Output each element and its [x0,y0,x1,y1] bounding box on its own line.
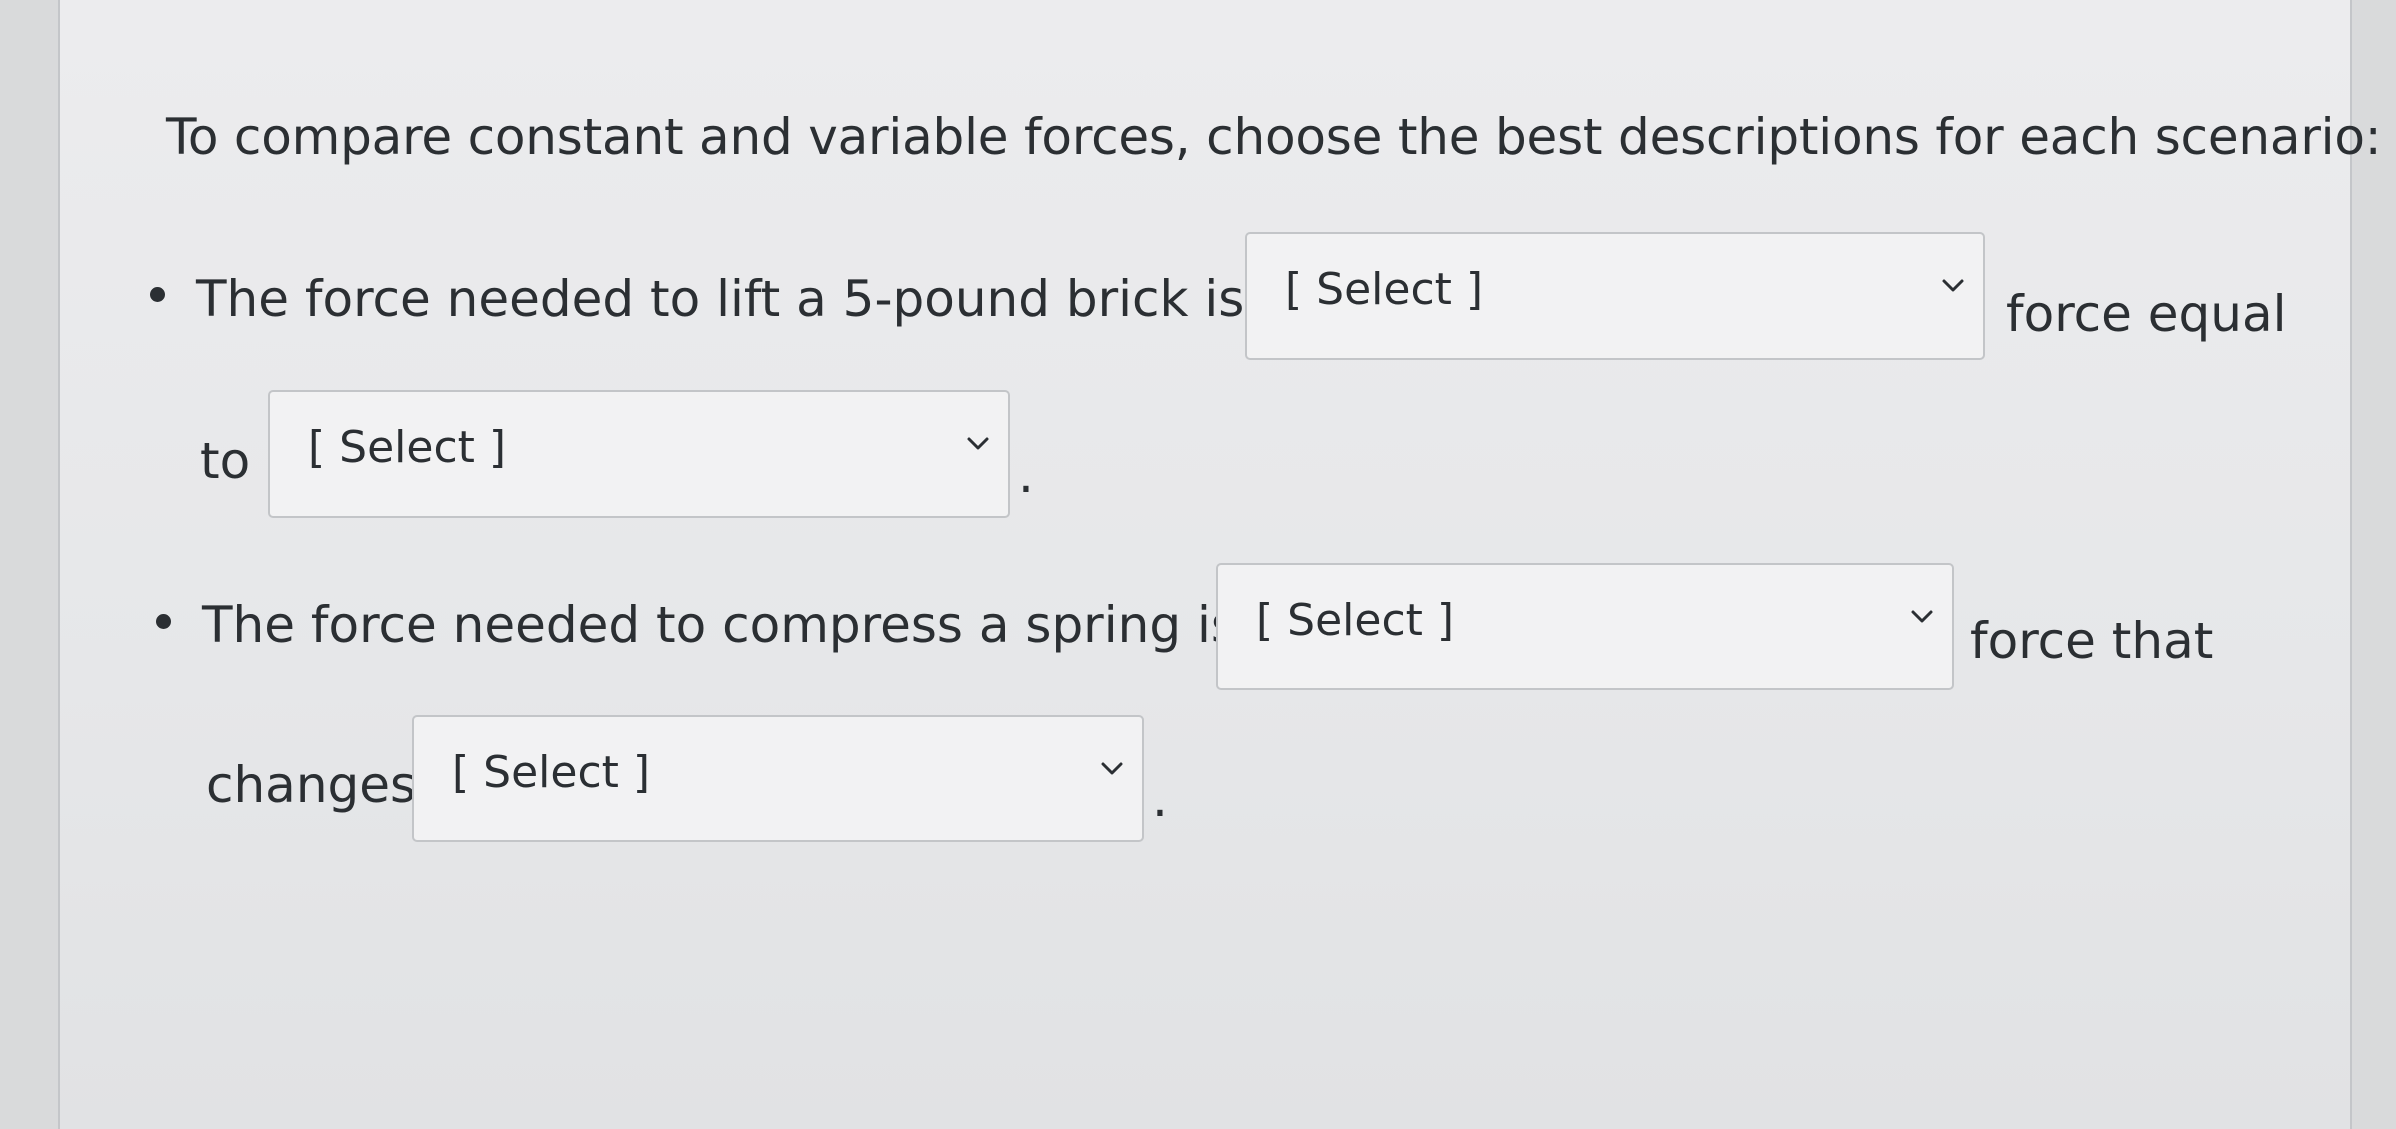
item2-force-type-select-value: [ Select ] [1256,595,1455,646]
item2-changes-select-value: [ Select ] [452,747,651,798]
item2-changes-select[interactable]: [ Select ] [412,715,1144,842]
item1-force-type-select[interactable]: [ Select ] [1245,232,1985,360]
item2-force-type-select[interactable]: [ Select ] [1216,563,1954,690]
item1-equal-to-select-value: [ Select ] [308,422,507,473]
chevron-down-icon [1942,279,1964,292]
item2-text-middle: force that [1970,612,2214,670]
item1-period: . [1018,446,1034,504]
bullet-dot [150,287,165,302]
item2-text-continuation: changes [206,756,417,814]
chevron-down-icon [1101,762,1123,775]
item1-force-type-select-value: [ Select ] [1285,264,1484,315]
item2-text-before: The force needed to compress a spring is… [202,596,1284,654]
item1-text-middle: force equal [2006,285,2287,343]
question-prompt: To compare constant and variable forces,… [166,108,2382,166]
quiz-question-panel: To compare constant and variable forces,… [58,0,2382,1129]
chevron-down-icon [967,437,989,450]
item2-period: . [1152,770,1168,828]
item1-equal-to-select[interactable]: [ Select ] [268,390,1010,518]
item1-text-before: The force needed to lift a 5-pound brick… [196,270,1291,328]
bullet-dot [156,614,171,629]
item1-text-continuation: to [200,432,251,490]
chevron-down-icon [1911,610,1933,623]
